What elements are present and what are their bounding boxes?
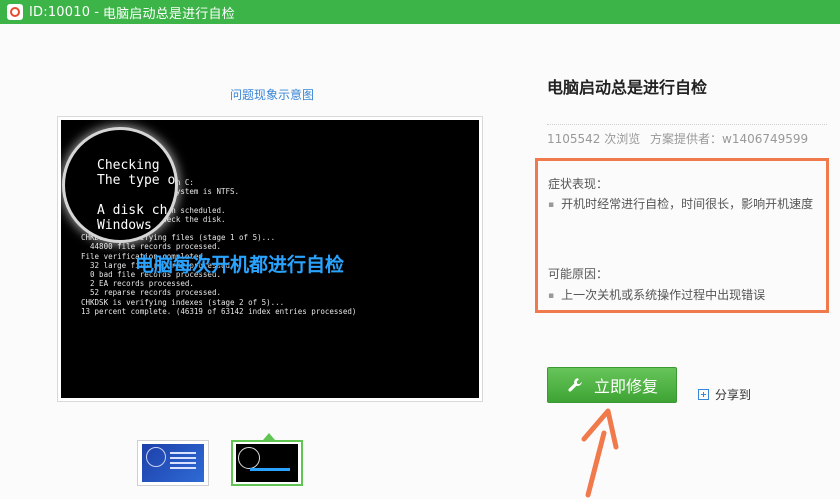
overlay-caption: 电脑每次开机都进行自检 [135,254,345,276]
symptom-item: 开机时经常进行自检，时间很长，影响开机速度 [548,195,813,212]
cause-item: 上一次关机或系统操作过程中出现错误 [548,286,765,303]
chkdsk-screenshot: em on C: le system is NTFS. been schedul… [61,120,479,398]
magnified-text: Checking The type o A disk ch Windows [97,158,175,233]
thumbnail-2[interactable] [231,440,303,486]
divider [547,124,827,125]
share-button[interactable]: 分享到 [698,386,751,403]
app-logo-icon [7,4,23,20]
share-label: 分享到 [715,388,752,402]
cause-label: 可能原因： [548,267,609,281]
title-bar: ID:10010 - 电脑启动总是进行自检 [0,0,840,24]
title-separator: - [94,4,99,20]
annotation-arrow-icon [581,408,619,498]
preview-image-frame: em on C: le system is NTFS. been schedul… [57,116,483,402]
fix-now-button[interactable]: 立即修复 [547,367,677,403]
magnifier-lens: Checking The type o A disk ch Windows [65,130,175,240]
thumbnail-1[interactable] [137,440,209,486]
plus-icon [698,389,709,400]
solution-provider: 方案提供者：w1406749599 [650,132,809,146]
selected-indicator-icon [263,433,275,440]
fix-now-label: 立即修复 [593,377,658,396]
symptom-label: 症状表现： [548,177,609,191]
window-title: 电脑启动总是进行自检 [102,6,235,22]
view-count: 1105542 次浏览 [547,132,641,146]
wrench-icon [568,378,582,392]
preview-caption: 问题现象示意图 [230,88,315,102]
issue-title: 电脑启动总是进行自检 [547,78,708,97]
window-id: ID:10010 [29,4,91,20]
problem-info-box: 症状表现： 开机时经常进行自检，时间很长，影响开机速度 可能原因： 上一次关机或… [535,158,829,313]
